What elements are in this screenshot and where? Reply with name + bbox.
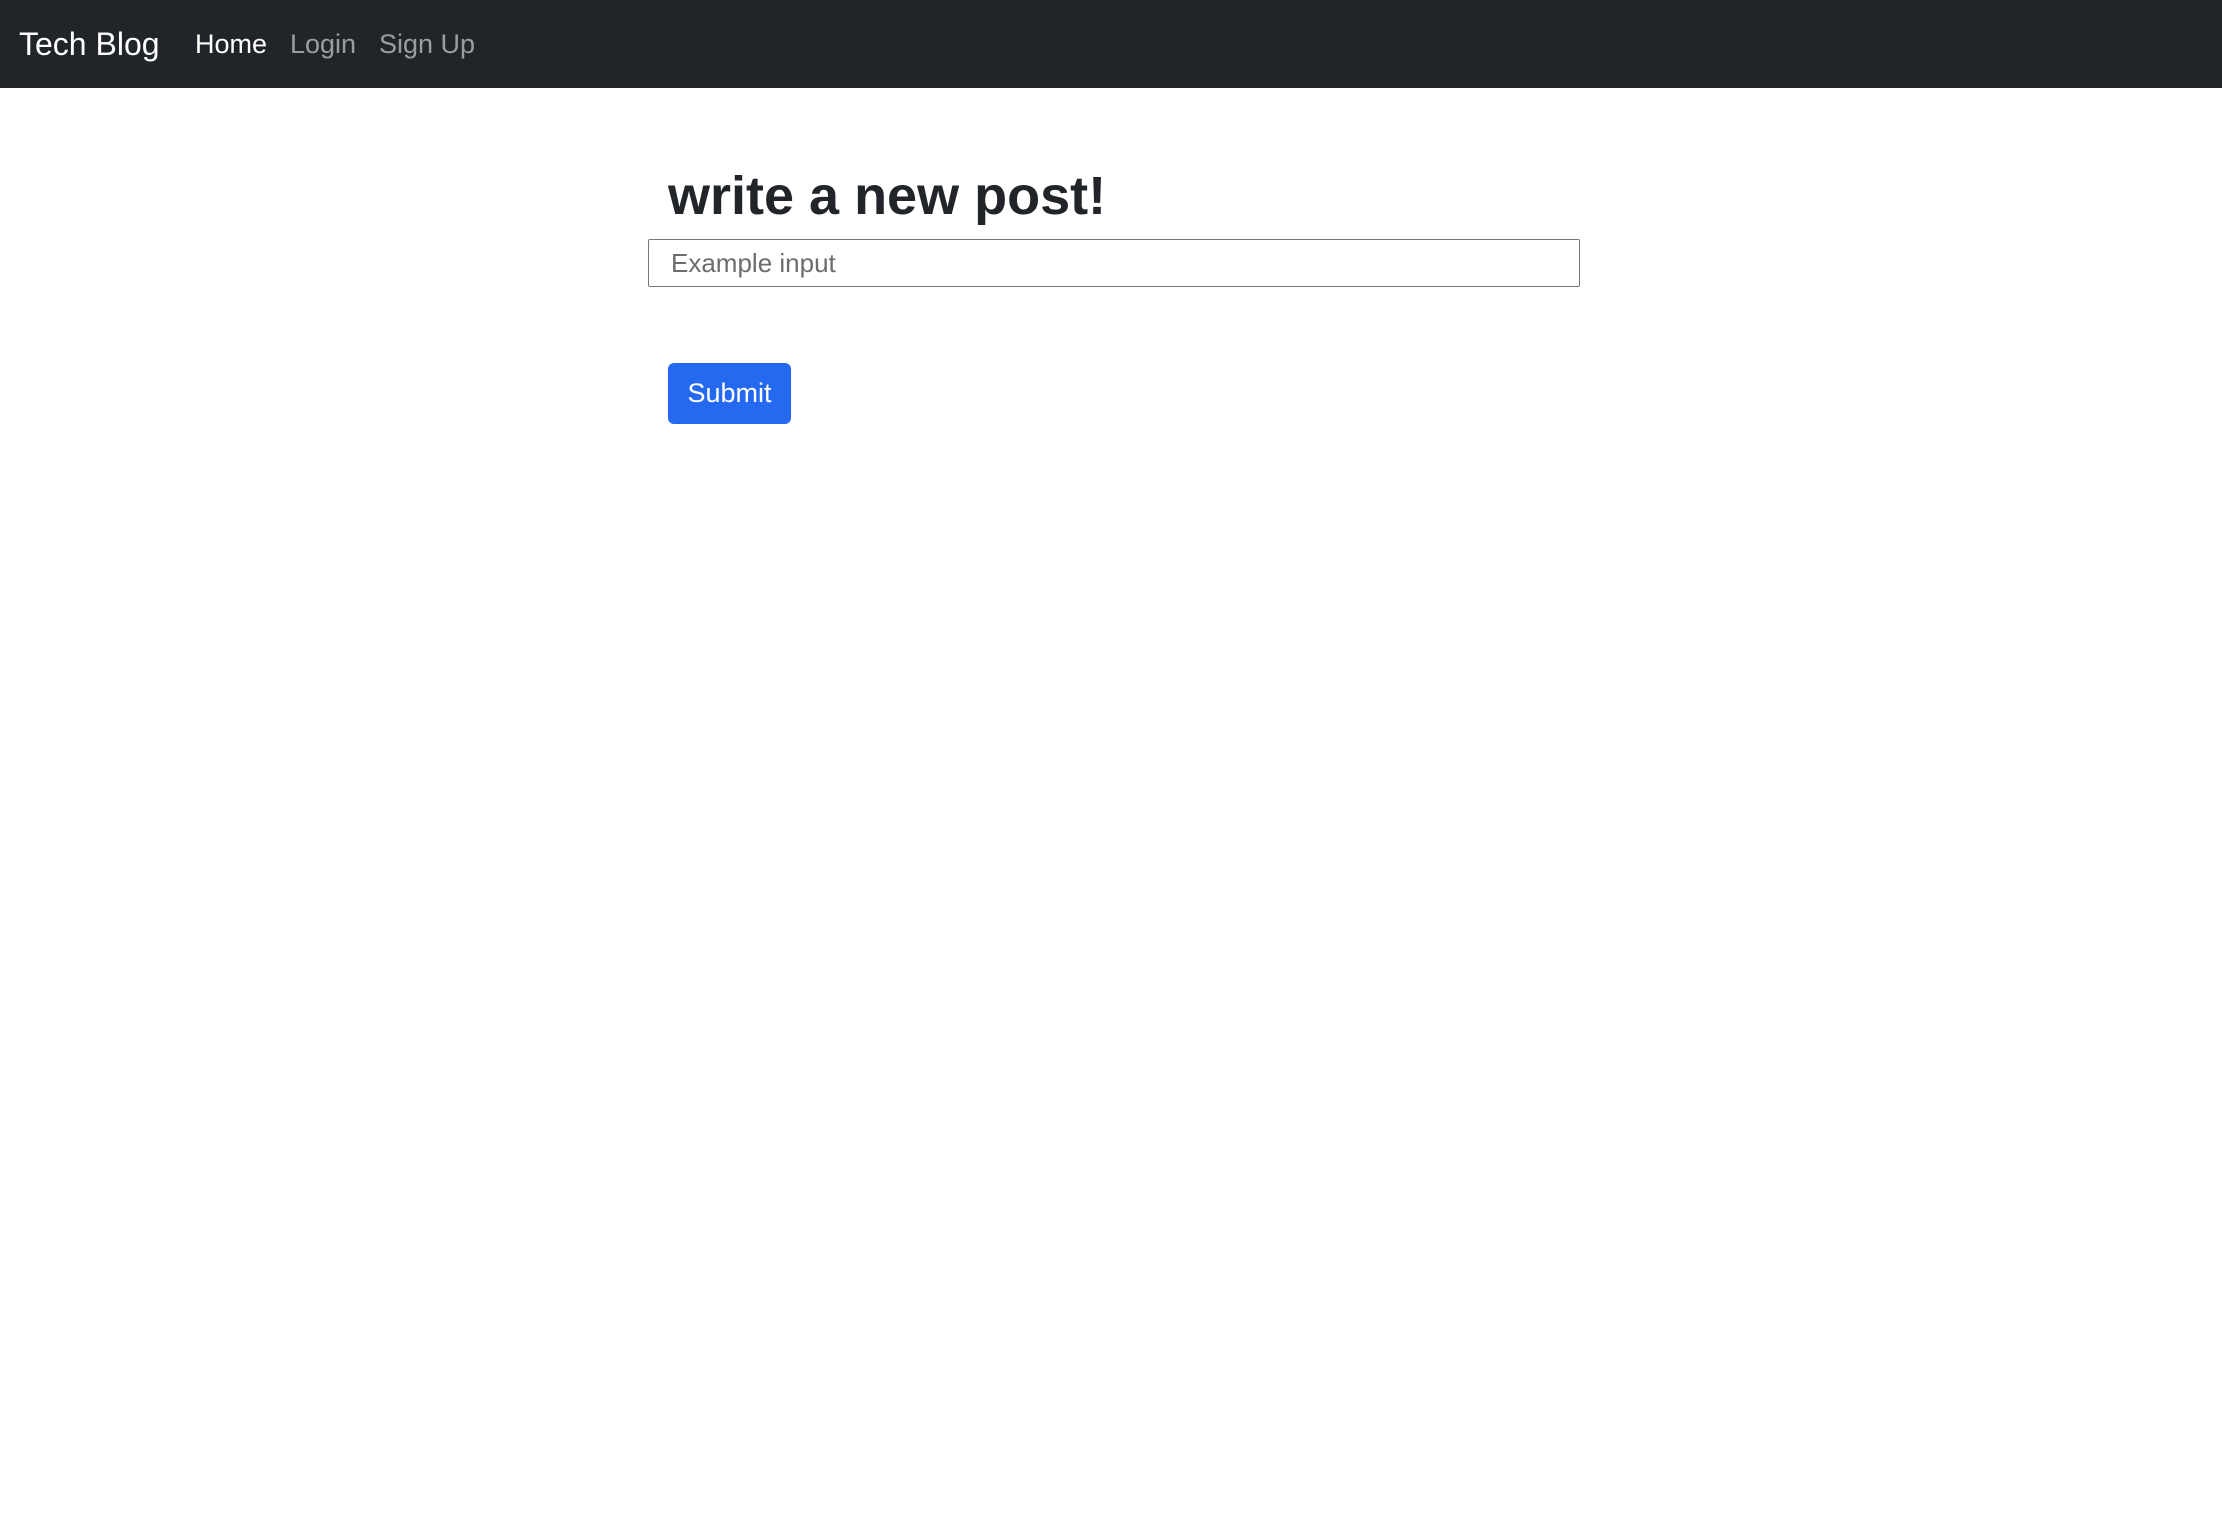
top-navbar: Tech Blog Home Login Sign Up — [0, 0, 2222, 88]
nav-link-login[interactable]: Login — [290, 25, 356, 63]
page-title: write a new post! — [668, 166, 1107, 226]
submit-button[interactable]: Submit — [668, 363, 791, 424]
nav-link-home[interactable]: Home — [195, 25, 267, 63]
nav-link-sign-up[interactable]: Sign Up — [379, 25, 475, 63]
brand-link[interactable]: Tech Blog — [19, 22, 160, 66]
post-title-input[interactable] — [648, 239, 1580, 287]
